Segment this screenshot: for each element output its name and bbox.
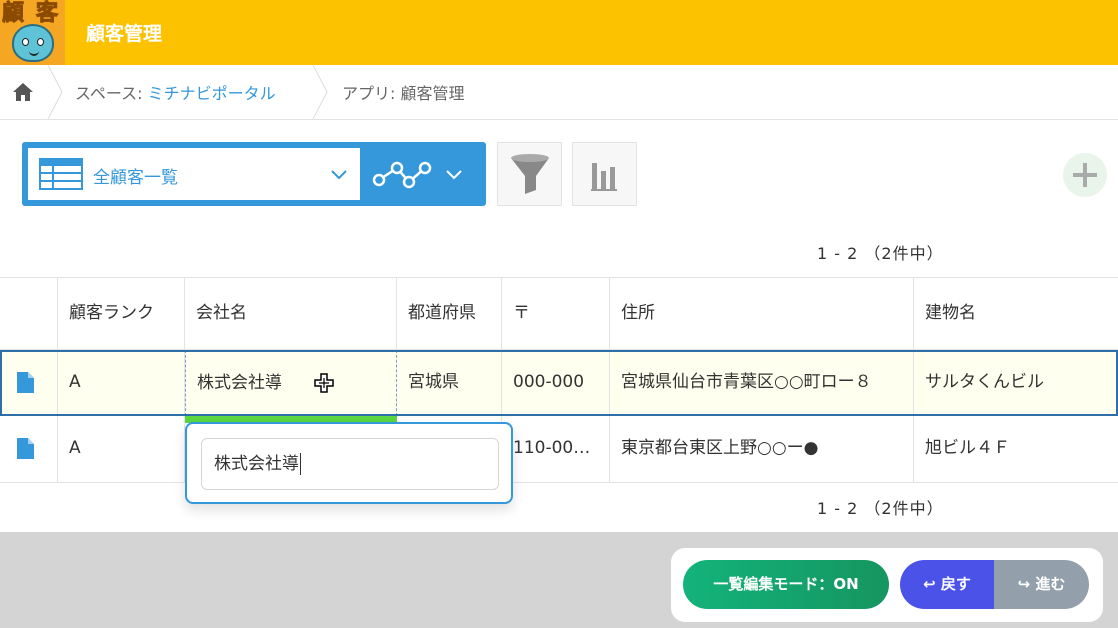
cell-company[interactable]: 株式会社導 xyxy=(185,350,397,416)
mascot-face xyxy=(12,24,54,62)
cell-postal[interactable]: 000-000 xyxy=(502,350,610,416)
cell-address[interactable]: 宮城県仙台市青葉区○○町ロー８ xyxy=(610,350,914,416)
filter-button[interactable] xyxy=(497,142,562,206)
plus-icon[interactable] xyxy=(1063,153,1107,197)
cell-rank[interactable]: A xyxy=(58,350,185,416)
undo-button[interactable]: ↩ 戻す xyxy=(900,560,994,609)
header-cell[interactable]: 住所 xyxy=(610,278,914,349)
breadcrumb-app-name: 顧客管理 xyxy=(400,84,465,103)
breadcrumb-space[interactable]: スペース: ミチナビポータル xyxy=(75,80,276,104)
filter-icon xyxy=(511,154,549,194)
header-cell[interactable]: 顧客ランク xyxy=(58,278,185,349)
app-title[interactable]: 顧客管理 xyxy=(86,19,162,46)
document-icon[interactable] xyxy=(17,438,34,459)
undo-redo-group: ↩ 戻す ↪ 進む xyxy=(900,560,1089,609)
document-icon[interactable] xyxy=(17,372,34,393)
app-icon[interactable]: 顧 客 xyxy=(0,0,65,65)
header-cell[interactable]: 建物名 xyxy=(914,278,1118,349)
graph-icon[interactable] xyxy=(367,152,467,196)
cell-building[interactable]: 旭ビル４Ｆ xyxy=(914,416,1118,482)
table-header: 顧客ランク 会社名 都道府県 〒 住所 建物名 xyxy=(0,277,1118,350)
table-row[interactable]: A 110-00… 東京都台東区上野○○ー● 旭ビル４Ｆ xyxy=(0,416,1118,483)
record-detail-cell[interactable] xyxy=(0,416,58,482)
header-cell[interactable]: 〒 xyxy=(502,278,610,349)
cell-address[interactable]: 東京都台東区上野○○ー● xyxy=(610,416,914,482)
bar-chart-icon xyxy=(591,163,617,191)
cell-postal[interactable]: 110-00… xyxy=(502,416,610,482)
redo-button[interactable]: ↪ 進む xyxy=(994,560,1089,609)
header-cell[interactable]: 都道府県 xyxy=(397,278,502,349)
view-name: 全顧客一覧 xyxy=(93,168,178,188)
inline-editor: 株式会社導 xyxy=(185,422,513,504)
pagination-top: 1 - 2 （2件中） xyxy=(817,244,944,263)
app-icon-char-1: 顧 xyxy=(1,1,25,26)
header-cell[interactable]: 会社名 xyxy=(185,278,397,349)
breadcrumb-separator xyxy=(47,65,63,119)
breadcrumb-app-prefix: アプリ: xyxy=(342,84,401,103)
cell-prefecture[interactable]: 宮城県 xyxy=(397,350,502,416)
breadcrumb-space-link[interactable]: ミチナビポータル xyxy=(148,84,276,103)
cell-rank[interactable]: A xyxy=(58,416,185,482)
breadcrumb-separator xyxy=(312,65,328,119)
table-row[interactable]: A 株式会社導 宮城県 000-000 宮城県仙台市青葉区○○町ロー８ サルタく… xyxy=(0,350,1118,416)
company-name-input[interactable]: 株式会社導 xyxy=(201,438,499,490)
app-icon-char-2: 客 xyxy=(35,1,59,26)
app-header: 顧 客 顧客管理 xyxy=(0,0,1118,65)
text-caret xyxy=(300,453,301,475)
cell-building[interactable]: サルタくんビル xyxy=(914,350,1118,416)
home-icon[interactable] xyxy=(12,82,34,102)
list-view-icon xyxy=(39,158,83,190)
pagination-bottom: 1 - 2 （2件中） xyxy=(817,499,944,518)
move-cursor-icon xyxy=(314,373,334,393)
chart-button[interactable] xyxy=(572,142,637,206)
view-toolbar: 全顧客一覧 xyxy=(22,142,486,206)
record-detail-cell[interactable] xyxy=(0,350,58,416)
breadcrumb-space-prefix: スペース: xyxy=(75,84,148,103)
breadcrumb: スペース: ミチナビポータル アプリ: 顧客管理 xyxy=(0,65,1118,120)
list-edit-mode-toggle[interactable]: 一覧編集モード：ON xyxy=(683,560,889,609)
breadcrumb-app: アプリ: 顧客管理 xyxy=(342,80,465,104)
chevron-down-icon xyxy=(331,170,347,180)
header-cell xyxy=(0,278,58,349)
editor-value: 株式会社導 xyxy=(214,454,299,474)
view-select[interactable]: 全顧客一覧 xyxy=(28,148,360,200)
